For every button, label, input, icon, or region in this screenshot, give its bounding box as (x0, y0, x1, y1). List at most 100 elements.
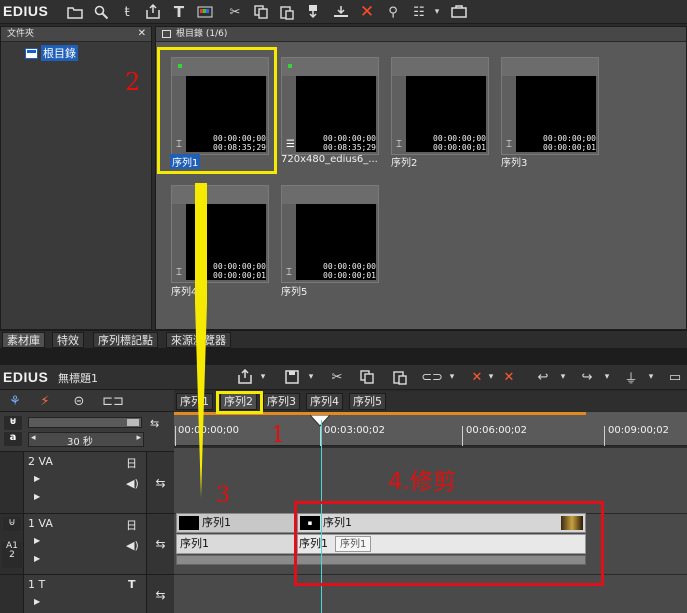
chevron-down-icon[interactable]: ▾ (598, 368, 616, 386)
chevron-down-icon[interactable]: ▾ (482, 368, 500, 386)
speaker-icon[interactable]: ◀) (126, 539, 139, 552)
zoom-scale-select[interactable]: ◂ 30 秒 ▸ (28, 432, 144, 448)
chevron-down-icon[interactable]: ▾ (554, 368, 572, 386)
clip-label-seq2[interactable]: 序列2 (391, 154, 417, 169)
zoom-scale-label: 30 秒 (67, 437, 93, 448)
clip-thumbnail-720x480[interactable]: ☰ 00:00:00;00 00:08:35;29 (281, 57, 379, 155)
audio-toggle-icon[interactable]: a (4, 432, 22, 446)
tab-asset-bin[interactable]: 素材庫 (2, 332, 45, 348)
bin-tabs: 素材庫 特效 序列標記點 來源瀏覽器 (0, 330, 687, 348)
clip-label-720x480[interactable]: 720x480_edius6_... (281, 154, 378, 165)
lock-toggle-icon[interactable]: ⊍ (4, 416, 22, 430)
timeline-audio-clip[interactable]: 序列1 (176, 534, 295, 554)
chevron-down-icon[interactable]: ▾ (254, 368, 272, 386)
scale-left-arrow-icon[interactable]: ◂ (31, 433, 36, 443)
zoom-slider[interactable] (28, 417, 142, 428)
expand-arrow-icon[interactable]: ▶ (34, 554, 40, 563)
close-icon[interactable]: ✕ (138, 27, 146, 41)
expand-arrow-icon[interactable]: ▶ (34, 536, 40, 545)
clip-timecode: 00:00:00;00 00:00:00;01 (323, 262, 376, 280)
clip-thumbnail-seq5[interactable]: ⌶ 00:00:00;00 00:00:00;01 (281, 185, 379, 283)
open-sequence-icon[interactable] (236, 368, 254, 386)
save-icon[interactable] (283, 368, 301, 386)
clip-timecode: 00:00:00;00 00:00:00;01 (433, 134, 486, 152)
root-folder-item[interactable]: 根目錄 (25, 45, 78, 61)
delete-icon[interactable]: ✕ (358, 2, 376, 22)
copy-icon[interactable] (358, 368, 376, 386)
ripple-mode-icon[interactable]: ⚘ (6, 392, 24, 410)
properties-icon[interactable]: ⚲ (384, 3, 402, 21)
link-icon[interactable]: ⊏⊐ (102, 392, 124, 410)
clip-label-seq3[interactable]: 序列3 (501, 154, 527, 169)
tab-effects[interactable]: 特效 (52, 332, 84, 348)
track-sync-icon[interactable]: ⇆ (146, 452, 174, 514)
expand-arrow-icon[interactable]: ▶ (34, 474, 40, 483)
track-header-1t[interactable]: 1 T T ▶ ⇆ (0, 574, 174, 613)
swap-icon[interactable]: ⇆ (150, 417, 159, 430)
color-bar-icon[interactable] (196, 3, 214, 21)
annotation-step-2: 2 (125, 68, 141, 96)
folder-icon[interactable] (66, 3, 84, 21)
playhead-marker-icon[interactable] (310, 415, 330, 427)
paste-icon[interactable] (391, 368, 409, 386)
v-lock-icon[interactable]: ⊍ (3, 517, 21, 531)
sync-lock-icon[interactable]: ⊝ (70, 392, 88, 410)
snap-icon[interactable]: ⚡ (36, 392, 54, 410)
undo-icon[interactable]: ↩ (534, 368, 552, 386)
view-dropdown-chevron-icon[interactable]: ▾ (428, 3, 446, 21)
redo-icon[interactable]: ↪ (578, 368, 596, 386)
import-icon[interactable] (144, 3, 162, 21)
cut-icon[interactable]: ✂ (328, 368, 346, 386)
a-patch-icon[interactable]: A1 2 (2, 542, 22, 568)
timeline-edius-logo: EDIUS (3, 369, 49, 385)
video-toggle-icon[interactable]: 日 (126, 455, 137, 471)
track-sync-icon[interactable]: ⇆ (146, 575, 174, 613)
copy-icon[interactable] (252, 3, 270, 21)
tab-seq3[interactable]: 序列3 (263, 393, 300, 410)
track-header-1va[interactable]: ⊍ A1 2 1 VA 日 ▶ ◀) ▶ ⇆ (0, 513, 174, 574)
insert-icon[interactable] (332, 3, 350, 21)
video-clip-icon: ☰ (286, 139, 295, 150)
edius-logo: EDIUS (3, 3, 49, 19)
marker-icon[interactable]: ⏚ (622, 368, 640, 387)
expand-arrow-icon[interactable]: ▶ (34, 597, 40, 606)
scale-right-arrow-icon[interactable]: ▸ (136, 433, 141, 443)
clip-thumb-bar (282, 186, 378, 204)
timeline-ruler[interactable]: 00:00:00;00 00:03:00;02 00:06:00;02 00:0… (174, 412, 687, 446)
paste-icon[interactable] (278, 3, 296, 21)
timeline-video-clip[interactable]: 序列1 (176, 513, 295, 533)
speaker-icon[interactable]: ◀) (126, 477, 139, 490)
ripple-delete-icon[interactable]: ✕ (500, 368, 518, 386)
clip-thumbnail-seq2[interactable]: ⌶ 00:00:00;00 00:00:00;01 (391, 57, 489, 155)
chevron-down-icon[interactable]: ▾ (443, 368, 461, 386)
tab-seq4[interactable]: 序列4 (306, 393, 343, 410)
clip-label-seq5[interactable]: 序列5 (281, 283, 307, 298)
search-icon[interactable] (92, 3, 110, 21)
cut-icon[interactable]: ✂ (226, 3, 244, 21)
bin-window-icon[interactable] (450, 3, 468, 21)
title-track-icon[interactable]: T (128, 578, 136, 591)
clip-thumbnail-seq4[interactable]: ⌶ 00:00:00;00 00:00:00;01 (171, 185, 269, 283)
zoom-slider-thumb[interactable] (127, 419, 139, 426)
title-icon[interactable]: T (170, 3, 188, 21)
clip-thumb-icon (179, 516, 199, 530)
export-icon[interactable]: ▭ (666, 368, 684, 386)
ruler-label: 00:09:00;02 (608, 425, 670, 436)
clip-thumbnail-seq3[interactable]: ⌶ 00:00:00;00 00:00:00;01 (501, 57, 599, 155)
expand-arrow-icon[interactable]: ▶ (34, 492, 40, 501)
add-to-timeline-icon[interactable] (304, 3, 322, 21)
track-sync-icon[interactable]: ⇆ (146, 514, 174, 574)
tab-seq5[interactable]: 序列5 (349, 393, 386, 410)
track-header-2va[interactable]: 2 VA 日 ▶ ◀) ▶ ⇆ (0, 451, 174, 514)
bin-panel-title: 根目錄 (1/6) (176, 29, 228, 39)
view-mode-icon[interactable]: ☷ (410, 3, 428, 21)
link-clips-icon[interactable]: ⊂⊃ (421, 368, 443, 386)
up-folder-icon[interactable]: ŧ (118, 3, 136, 21)
video-toggle-icon[interactable]: 日 (126, 517, 137, 533)
chevron-down-icon[interactable]: ▾ (302, 368, 320, 386)
project-title: 無標題1 (58, 372, 98, 385)
annotation-step-1: 1 (271, 423, 285, 448)
tab-sequence-markers[interactable]: 序列標記點 (93, 332, 158, 348)
track-name: 2 VA (28, 455, 53, 468)
chevron-down-icon[interactable]: ▾ (642, 368, 660, 386)
